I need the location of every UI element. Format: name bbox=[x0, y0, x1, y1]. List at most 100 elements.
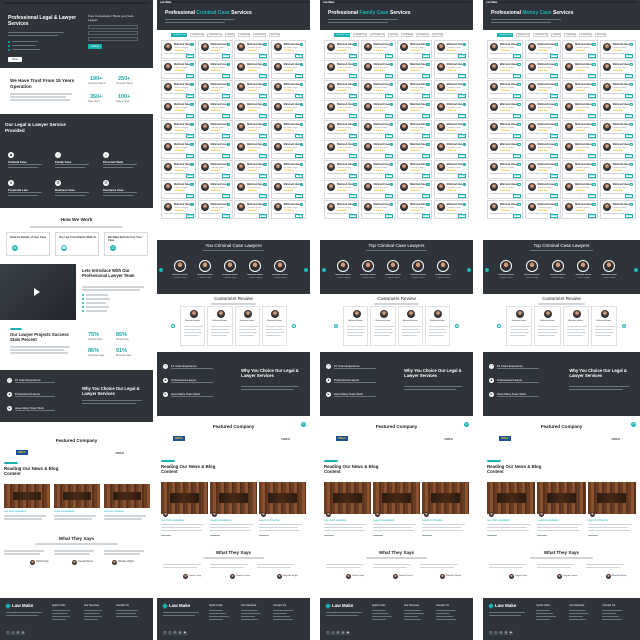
contact-button[interactable]: Contact bbox=[385, 214, 394, 218]
lawyer-card[interactable]: Mahmud Hasan Criminal Lawyer ★★★★★ ♡ Contact bbox=[324, 100, 360, 119]
favorite-icon[interactable]: ♡ bbox=[517, 142, 521, 146]
lawyer-card[interactable]: Mahmud Hasan Criminal Lawyer ★★★★★ ♡ Contact bbox=[197, 200, 233, 219]
review-next-icon[interactable]: › bbox=[292, 324, 296, 328]
favorite-icon[interactable]: ♡ bbox=[226, 102, 231, 106]
lawyer-card[interactable]: Mahmud Hasan Criminal Lawyer ★★★★★ ♡ Contact bbox=[524, 100, 561, 119]
play-icon[interactable] bbox=[34, 288, 40, 296]
contact-button[interactable]: Contact bbox=[258, 194, 267, 198]
contact-button[interactable]: Contact bbox=[222, 114, 231, 118]
favorite-icon[interactable]: ♡ bbox=[630, 202, 634, 206]
lawyer-card[interactable]: Mahmud Hasan Criminal Lawyer ★★★★★ ♡ Contact bbox=[487, 60, 524, 79]
twitter-icon[interactable]: t bbox=[11, 631, 15, 635]
next-arrow-icon[interactable]: › bbox=[304, 268, 308, 272]
contact-button[interactable]: Contact bbox=[512, 74, 521, 78]
lawyer-card[interactable]: Mahmud Hasan Criminal Lawyer ★★★★★ ♡ Contact bbox=[161, 180, 197, 199]
favorite-icon[interactable]: ♡ bbox=[592, 182, 596, 186]
twitter-icon[interactable]: t bbox=[168, 631, 172, 635]
contact-button[interactable]: Contact bbox=[258, 74, 267, 78]
contact-button[interactable]: Contact bbox=[222, 174, 231, 178]
linkedin-icon[interactable]: in bbox=[16, 631, 20, 635]
favorite-icon[interactable]: ♡ bbox=[554, 142, 559, 146]
filter-tab[interactable]: Family Case bbox=[190, 33, 204, 37]
blog-image[interactable] bbox=[324, 482, 371, 514]
lawyer-card[interactable]: Mahmud Hasan Criminal Lawyer ★★★★★ ♡ Contact bbox=[270, 80, 306, 99]
lawyer-card[interactable]: Mahmud Hasan Criminal Lawyer ★★★★★ ♡ Contact bbox=[433, 40, 469, 59]
favorite-icon[interactable]: ♡ bbox=[353, 162, 357, 166]
blog-post-title[interactable]: Get Civil Legislation bbox=[324, 519, 347, 522]
blog-image[interactable] bbox=[54, 484, 100, 508]
favorite-icon[interactable]: ♡ bbox=[190, 142, 194, 146]
favorite-icon[interactable]: ♡ bbox=[517, 162, 521, 166]
contact-button[interactable]: Contact bbox=[550, 154, 559, 158]
contact-button[interactable]: Contact bbox=[295, 54, 304, 58]
favorite-icon[interactable]: ♡ bbox=[426, 182, 430, 186]
favorite-icon[interactable]: ♡ bbox=[517, 102, 521, 106]
contact-button[interactable]: Contact bbox=[222, 194, 231, 198]
lawyer-card[interactable]: Mahmud Hasan Criminal Lawyer ★★★★★ ♡ Contact bbox=[562, 180, 599, 199]
favorite-icon[interactable]: ♡ bbox=[630, 42, 634, 46]
top-lawyer-photo[interactable] bbox=[603, 260, 616, 272]
lawyer-card[interactable]: Mahmud Hasan Criminal Lawyer ★★★★★ ♡ Contact bbox=[270, 200, 306, 219]
lawyer-card[interactable]: Mahmud Hasan Criminal Lawyer ★★★★★ ♡ Contact bbox=[197, 80, 233, 99]
top-lawyer-photo[interactable] bbox=[525, 260, 538, 272]
contact-button[interactable]: Contact bbox=[348, 194, 357, 198]
contact-button[interactable]: Contact bbox=[587, 114, 596, 118]
favorite-icon[interactable]: ♡ bbox=[300, 162, 304, 166]
favorite-icon[interactable]: ♡ bbox=[554, 102, 559, 106]
contact-button[interactable]: Contact bbox=[185, 74, 194, 78]
review-next-icon[interactable]: › bbox=[455, 324, 459, 328]
top-lawyer-photo[interactable] bbox=[577, 260, 590, 272]
favorite-icon[interactable]: ♡ bbox=[426, 142, 430, 146]
filter-tab[interactable]: Insurance bbox=[416, 33, 429, 37]
contact-button[interactable]: Contact bbox=[185, 94, 194, 98]
favorite-icon[interactable]: ♡ bbox=[389, 182, 394, 186]
contact-button[interactable]: Contact bbox=[185, 214, 194, 218]
top-logo[interactable]: Law Make bbox=[160, 1, 171, 4]
contact-button[interactable]: Contact bbox=[258, 134, 267, 138]
contact-button[interactable]: Contact bbox=[421, 74, 430, 78]
lawyer-card[interactable]: Mahmud Hasan Criminal Lawyer ★★★★★ ♡ Contact bbox=[433, 140, 469, 159]
contact-button[interactable]: Contact bbox=[587, 174, 596, 178]
top-lawyer-photo[interactable] bbox=[437, 260, 449, 272]
lawyer-card[interactable]: Mahmud Hasan Criminal Lawyer ★★★★★ ♡ Contact bbox=[487, 140, 524, 159]
contact-button[interactable]: Contact bbox=[458, 214, 467, 218]
lawyer-card[interactable]: Mahmud Hasan Criminal Lawyer ★★★★★ ♡ Contact bbox=[562, 60, 599, 79]
favorite-icon[interactable]: ♡ bbox=[300, 82, 304, 86]
chat-bubble-icon[interactable]: ✉ bbox=[631, 422, 636, 427]
phone-field[interactable] bbox=[88, 37, 138, 41]
review-next-icon[interactable]: › bbox=[622, 324, 626, 328]
contact-button[interactable]: Contact bbox=[258, 94, 267, 98]
lawyer-card[interactable]: Mahmud Hasan Criminal Lawyer ★★★★★ ♡ Contact bbox=[360, 80, 396, 99]
contact-button[interactable]: Contact bbox=[222, 94, 231, 98]
lawyer-card[interactable]: Mahmud Hasan Criminal Lawyer ★★★★★ ♡ Contact bbox=[599, 80, 636, 99]
favorite-icon[interactable]: ♡ bbox=[389, 162, 394, 166]
top-logo[interactable]: Law Make bbox=[323, 1, 334, 4]
linkedin-icon[interactable]: in bbox=[336, 631, 340, 635]
favorite-icon[interactable]: ♡ bbox=[389, 82, 394, 86]
favorite-icon[interactable]: ♡ bbox=[300, 122, 304, 126]
review-prev-icon[interactable]: ‹ bbox=[497, 324, 501, 328]
linkedin-icon[interactable]: in bbox=[499, 631, 503, 635]
top-logo[interactable]: Law Make bbox=[486, 1, 497, 4]
lawyer-card[interactable]: Mahmud Hasan Criminal Lawyer ★★★★★ ♡ Contact bbox=[270, 120, 306, 139]
lawyer-card[interactable]: Mahmud Hasan Criminal Lawyer ★★★★★ ♡ Contact bbox=[433, 60, 469, 79]
favorite-icon[interactable]: ♡ bbox=[389, 42, 394, 46]
contact-button[interactable]: Contact bbox=[587, 214, 596, 218]
filter-tab[interactable]: Personal Claim bbox=[370, 33, 385, 37]
contact-button[interactable]: Contact bbox=[185, 134, 194, 138]
lawyer-card[interactable]: Mahmud Hasan Criminal Lawyer ★★★★★ ♡ Contact bbox=[397, 80, 433, 99]
favorite-icon[interactable]: ♡ bbox=[630, 122, 634, 126]
lawyer-card[interactable]: Mahmud Hasan Criminal Lawyer ★★★★★ ♡ Contact bbox=[360, 140, 396, 159]
lawyer-card[interactable]: Mahmud Hasan Criminal Lawyer ★★★★★ ♡ Contact bbox=[234, 160, 270, 179]
contact-button[interactable]: Contact bbox=[348, 94, 357, 98]
contact-button[interactable]: Contact bbox=[222, 154, 231, 158]
contact-button[interactable]: Contact bbox=[222, 134, 231, 138]
contact-button[interactable]: Contact bbox=[458, 54, 467, 58]
contact-button[interactable]: Contact bbox=[458, 194, 467, 198]
lawyer-card[interactable]: Mahmud Hasan Criminal Lawyer ★★★★★ ♡ Contact bbox=[324, 60, 360, 79]
favorite-icon[interactable]: ♡ bbox=[263, 142, 267, 146]
lawyer-card[interactable]: Mahmud Hasan Criminal Lawyer ★★★★★ ♡ Contact bbox=[397, 200, 433, 219]
favorite-icon[interactable]: ♡ bbox=[630, 102, 634, 106]
favorite-icon[interactable]: ♡ bbox=[426, 202, 430, 206]
lawyer-card[interactable]: Mahmud Hasan Criminal Lawyer ★★★★★ ♡ Contact bbox=[234, 80, 270, 99]
